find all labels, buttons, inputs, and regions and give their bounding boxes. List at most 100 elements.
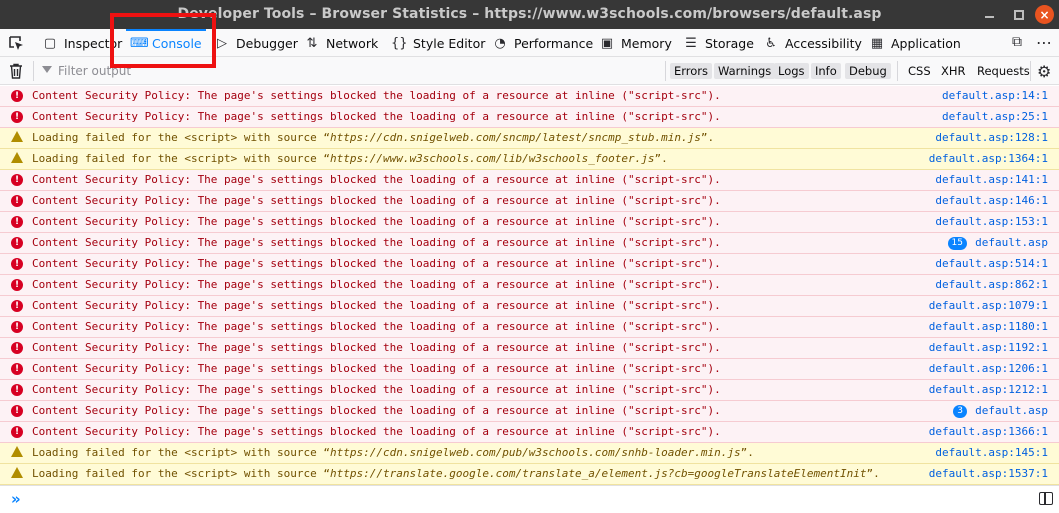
error-icon: ! xyxy=(11,174,23,186)
tab-memory[interactable]: ▣ Memory xyxy=(599,29,672,57)
tab-application[interactable]: ▦ Application xyxy=(869,29,961,57)
message-source-link[interactable]: default.asp:1537:1 xyxy=(929,467,1048,480)
error-message-row[interactable]: ! Content Security Policy: The page's set… xyxy=(0,275,1059,296)
more-options-icon[interactable]: ⋯ xyxy=(1036,33,1052,52)
error-icon: ! xyxy=(11,258,23,270)
error-message-row[interactable]: ! Content Security Policy: The page's set… xyxy=(0,296,1059,317)
message-text: Content Security Policy: The page's sett… xyxy=(32,236,721,249)
message-source-link[interactable]: default.asp:141:1 xyxy=(935,173,1048,186)
minimize-button[interactable] xyxy=(982,8,996,22)
tab-label: Console xyxy=(152,35,202,51)
error-icon: ! xyxy=(11,363,23,375)
maximize-button[interactable] xyxy=(1012,8,1026,22)
debugger-icon: ▷ xyxy=(217,35,227,51)
tab-network[interactable]: ⇅ Network xyxy=(304,29,379,57)
tab-label: Style Editor xyxy=(413,35,486,51)
filter-css-button[interactable]: CSS xyxy=(908,63,931,79)
clear-console-icon[interactable] xyxy=(9,63,23,79)
warning-icon xyxy=(11,467,23,478)
error-message-row[interactable]: ! Content Security Policy: The page's set… xyxy=(0,338,1059,359)
error-message-row[interactable]: ! Content Security Policy: The page's set… xyxy=(0,401,1059,422)
message-source-link[interactable]: default.asp:862:1 xyxy=(935,278,1048,291)
message-source-link[interactable]: default.asp xyxy=(975,404,1048,417)
console-input-row[interactable]: » xyxy=(0,485,1059,513)
message-text: Content Security Policy: The page's sett… xyxy=(32,362,721,375)
error-message-row[interactable]: ! Content Security Policy: The page's set… xyxy=(0,212,1059,233)
tab-inspector[interactable]: ▢ Inspector xyxy=(42,29,122,57)
tab-debugger[interactable]: ▷ Debugger xyxy=(214,29,298,57)
sidebar-toggle-icon[interactable] xyxy=(1039,492,1053,505)
tab-console[interactable]: ⌨ Console xyxy=(126,29,206,57)
tab-label: Accessibility xyxy=(785,35,862,51)
toolbar-divider xyxy=(1030,61,1031,81)
filter-placeholder: Filter output xyxy=(58,64,132,78)
message-source-link[interactable]: default.asp:25:1 xyxy=(942,110,1048,123)
error-message-row[interactable]: ! Content Security Policy: The page's set… xyxy=(0,191,1059,212)
warning-message-row[interactable]: Loading failed for the <script> with sou… xyxy=(0,464,1059,485)
application-icon: ▦ xyxy=(870,35,884,51)
message-text: Content Security Policy: The page's sett… xyxy=(32,425,721,438)
message-source-link[interactable]: default.asp:128:1 xyxy=(935,131,1048,144)
error-message-row[interactable]: ! Content Security Policy: The page's set… xyxy=(0,359,1059,380)
error-message-row[interactable]: ! Content Security Policy: The page's set… xyxy=(0,170,1059,191)
error-message-row[interactable]: ! Content Security Policy: The page's set… xyxy=(0,233,1059,254)
tab-storage[interactable]: ☰ Storage xyxy=(683,29,754,57)
error-message-row[interactable]: ! Content Security Policy: The page's set… xyxy=(0,422,1059,443)
message-source-link[interactable]: default.asp:1364:1 xyxy=(929,152,1048,165)
tab-accessibility[interactable]: ♿ Accessibility xyxy=(763,29,862,57)
element-picker-icon[interactable] xyxy=(8,35,24,51)
error-message-row[interactable]: ! Content Security Policy: The page's set… xyxy=(0,380,1059,401)
message-text-prefix: Loading failed for the <script> with sou… xyxy=(32,446,331,459)
warning-message-row[interactable]: Loading failed for the <script> with sou… xyxy=(0,443,1059,464)
message-source-link[interactable]: default.asp:1212:1 xyxy=(929,383,1048,396)
error-message-row[interactable]: ! Content Security Policy: The page's set… xyxy=(0,86,1059,107)
message-source-link[interactable]: default.asp:146:1 xyxy=(935,194,1048,207)
filter-debug-button[interactable]: Debug xyxy=(845,63,891,79)
filter-logs-button[interactable]: Logs xyxy=(774,63,809,79)
filter-icon xyxy=(42,66,52,76)
message-source-url: https://www.w3schools.com/lib/w3schools_… xyxy=(330,152,655,165)
tab-label: Network xyxy=(326,35,379,51)
filter-requests-button[interactable]: Requests xyxy=(977,63,1030,79)
message-source-link[interactable]: default.asp:1206:1 xyxy=(929,362,1048,375)
message-text-suffix: ”. xyxy=(700,131,715,144)
error-icon: ! xyxy=(11,195,23,207)
message-source-link[interactable]: default.asp:145:1 xyxy=(935,446,1048,459)
message-text: Loading failed for the <script> with sou… xyxy=(32,152,668,165)
filter-output-input[interactable]: Filter output xyxy=(42,63,131,79)
error-message-row[interactable]: ! Content Security Policy: The page's set… xyxy=(0,107,1059,128)
warning-message-row[interactable]: Loading failed for the <script> with sou… xyxy=(0,128,1059,149)
filter-info-button[interactable]: Info xyxy=(811,63,841,79)
filter-errors-button[interactable]: Errors xyxy=(670,63,713,79)
toolbar-divider xyxy=(33,61,34,81)
message-source-link[interactable]: default.asp:1192:1 xyxy=(929,341,1048,354)
message-source-url: https://translate.google.com/translate_a… xyxy=(330,467,867,480)
message-text: Loading failed for the <script> with sou… xyxy=(32,446,754,459)
error-icon: ! xyxy=(11,279,23,291)
error-message-row[interactable]: ! Content Security Policy: The page's set… xyxy=(0,317,1059,338)
message-source-link[interactable]: default.asp:1366:1 xyxy=(929,425,1048,438)
close-button[interactable]: × xyxy=(1035,5,1054,24)
tab-style-editor[interactable]: {} Style Editor xyxy=(391,29,485,57)
message-source-link[interactable]: default.asp:1180:1 xyxy=(929,320,1048,333)
warning-icon xyxy=(11,446,23,457)
error-icon: ! xyxy=(11,321,23,333)
dock-options-icon[interactable]: ⧉ xyxy=(1012,34,1022,50)
error-message-row[interactable]: ! Content Security Policy: The page's set… xyxy=(0,254,1059,275)
maximize-icon xyxy=(1014,10,1024,20)
message-source-link[interactable]: default.asp:153:1 xyxy=(935,215,1048,228)
error-icon: ! xyxy=(11,342,23,354)
tab-performance[interactable]: ◔ Performance xyxy=(492,29,593,57)
message-source-link[interactable]: default.asp:1079:1 xyxy=(929,299,1048,312)
message-source-link[interactable]: default.asp:514:1 xyxy=(935,257,1048,270)
message-text: Content Security Policy: The page's sett… xyxy=(32,89,721,102)
tab-label: Application xyxy=(891,35,961,51)
warning-message-row[interactable]: Loading failed for the <script> with sou… xyxy=(0,149,1059,170)
message-source-link[interactable]: default.asp xyxy=(975,236,1048,249)
error-icon: ! xyxy=(11,426,23,438)
message-source-link[interactable]: default.asp:14:1 xyxy=(942,89,1048,102)
console-settings-gear-icon[interactable]: ⚙ xyxy=(1037,62,1051,81)
performance-icon: ◔ xyxy=(494,35,506,51)
filter-xhr-button[interactable]: XHR xyxy=(941,63,966,79)
filter-warnings-button[interactable]: Warnings xyxy=(714,63,776,79)
